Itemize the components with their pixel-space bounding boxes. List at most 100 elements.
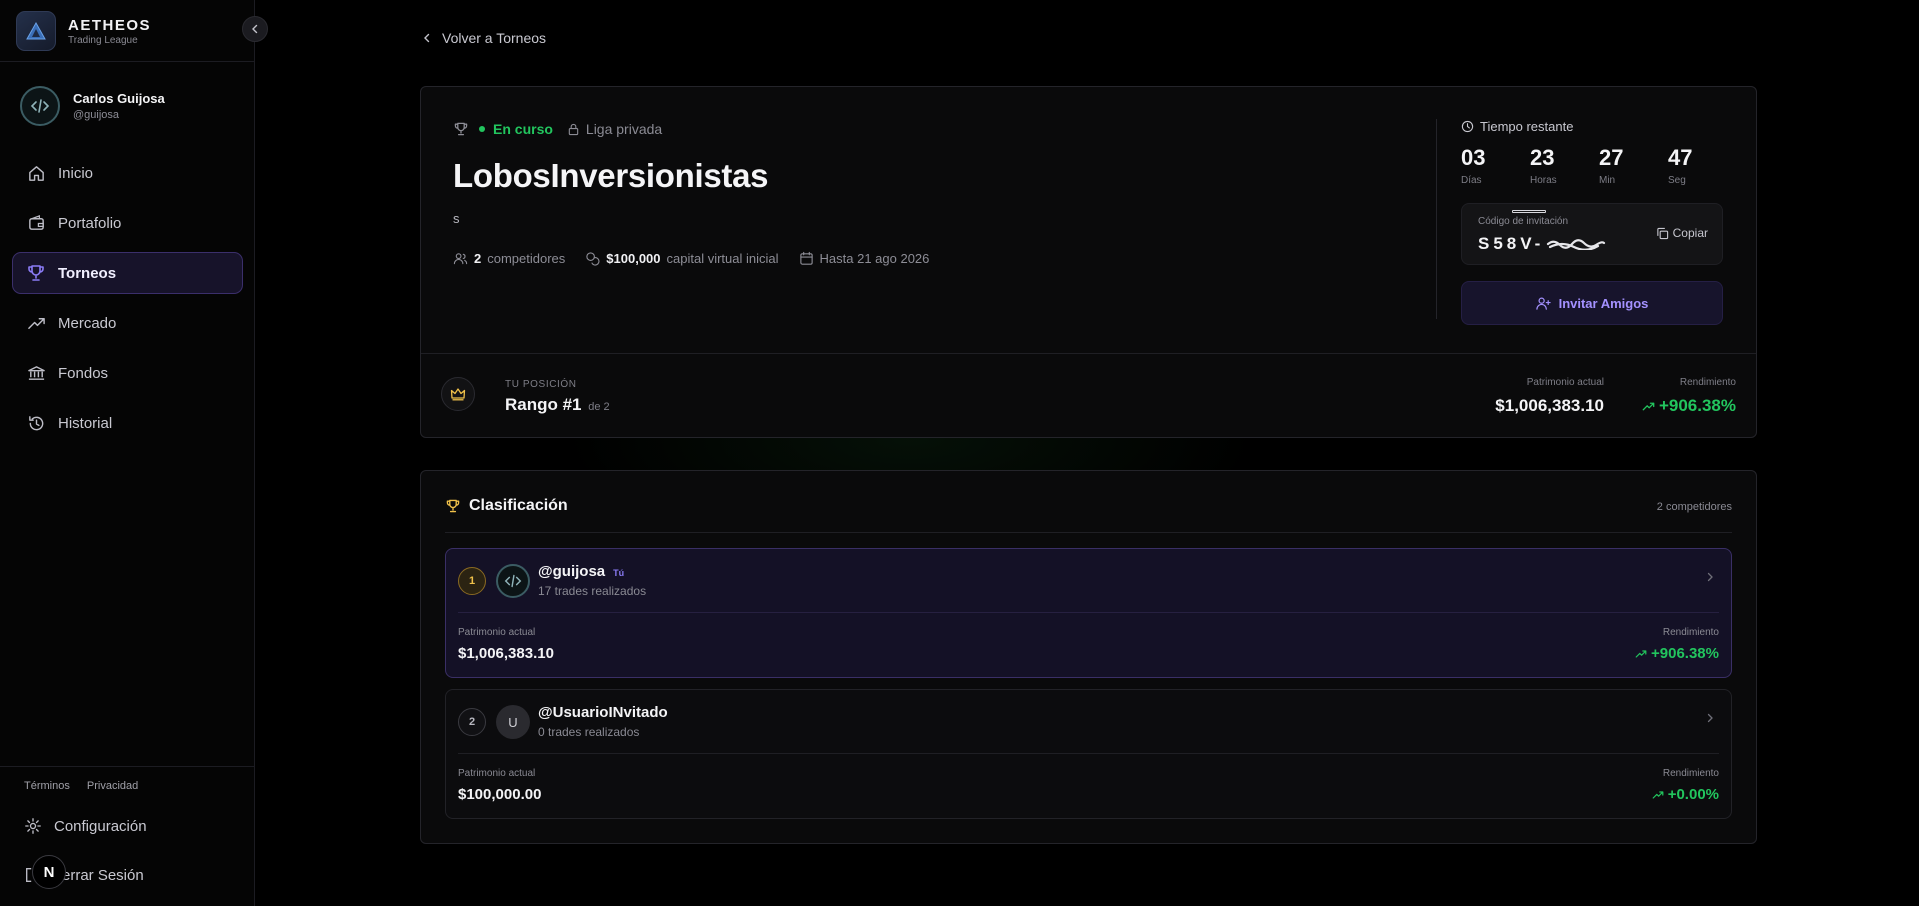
capital-label: capital virtual inicial bbox=[666, 251, 779, 266]
brand-subtitle: Trading League bbox=[68, 34, 138, 46]
trophy-icon bbox=[445, 498, 461, 514]
sidebar-item-historial[interactable]: Historial bbox=[12, 402, 243, 444]
return-value: +0.00% bbox=[1652, 786, 1719, 803]
code-icon bbox=[504, 574, 522, 588]
return-text: +0.00% bbox=[1667, 786, 1719, 803]
return-label: Rendimiento bbox=[1679, 377, 1736, 388]
divider bbox=[1436, 119, 1437, 319]
live-dot bbox=[479, 126, 485, 132]
sidebar-item-label: Historial bbox=[58, 414, 113, 432]
sidebar-nav: Inicio Portafolio Torneos Mercado Fondos… bbox=[12, 152, 243, 452]
sidebar-item-fondos[interactable]: Fondos bbox=[12, 352, 243, 394]
competitors-info: 2 competidores bbox=[453, 251, 565, 266]
countdown-minutes: 27 Min bbox=[1599, 145, 1668, 186]
tournament-header-card: En curso Liga privada LobosInversionista… bbox=[420, 86, 1757, 438]
sidebar-item-mercado[interactable]: Mercado bbox=[12, 302, 243, 344]
brand[interactable]: AETHEOS Trading League bbox=[16, 11, 151, 51]
return-label: Rendimiento bbox=[1662, 627, 1719, 638]
tournament-name: LobosInversionistas bbox=[453, 157, 769, 194]
end-date-info: Hasta 21 ago 2026 bbox=[799, 251, 930, 266]
privacy-link[interactable]: Privacidad bbox=[87, 780, 138, 792]
return-value: +906.38% bbox=[1635, 645, 1719, 662]
return-summary: Rendimiento +906.38% bbox=[1642, 377, 1736, 416]
redaction-scribble bbox=[1546, 239, 1606, 250]
return-value: +906.38% bbox=[1642, 396, 1736, 416]
copy-label: Copiar bbox=[1672, 226, 1708, 240]
sidebar-item-torneos[interactable]: Torneos bbox=[12, 252, 243, 294]
sidebar-item-label: Torneos bbox=[58, 264, 117, 282]
settings-button[interactable]: Configuración bbox=[24, 817, 147, 835]
rank-badge: 1 bbox=[458, 567, 486, 595]
status-badge: En curso bbox=[493, 121, 553, 137]
equity-label: Patrimonio actual bbox=[458, 627, 536, 638]
equity-label: Patrimonio actual bbox=[458, 768, 536, 779]
trending-up-icon bbox=[1652, 789, 1664, 801]
return-text: +906.38% bbox=[1651, 645, 1719, 662]
countdown-hours: 23 Horas bbox=[1530, 145, 1599, 186]
trophy-icon bbox=[453, 121, 469, 137]
hours-value: 23 bbox=[1530, 145, 1555, 170]
countdown-days: 03 Días bbox=[1461, 145, 1530, 186]
days-label: Días bbox=[1461, 175, 1482, 186]
equity-value: $1,006,383.10 bbox=[1495, 396, 1604, 415]
terms-link[interactable]: Términos bbox=[24, 780, 70, 792]
handle-text: @guijosa bbox=[538, 563, 606, 580]
settings-label: Configuración bbox=[54, 817, 147, 835]
invite-friends-label: Invitar Amigos bbox=[1558, 295, 1649, 311]
dev-badge[interactable]: N bbox=[32, 855, 66, 889]
minutes-value: 27 bbox=[1599, 145, 1624, 170]
chevron-left-icon bbox=[422, 33, 432, 43]
equity-value: $100,000.00 bbox=[458, 786, 542, 803]
trending-up-icon bbox=[25, 312, 47, 334]
user-name: Carlos Guijosa bbox=[73, 91, 165, 106]
countdown-seconds: 47 Seg bbox=[1668, 145, 1737, 186]
wallet-icon bbox=[25, 212, 47, 234]
history-icon bbox=[25, 412, 47, 434]
sidebar-item-inicio[interactable]: Inicio bbox=[12, 152, 243, 194]
privacy-label: Liga privada bbox=[585, 121, 663, 137]
footer-links: Términos Privacidad bbox=[24, 780, 152, 792]
chevron-right-icon bbox=[1705, 713, 1715, 723]
copy-code-button[interactable]: Copiar bbox=[1656, 226, 1708, 240]
equity-label: Patrimonio actual bbox=[1526, 377, 1604, 388]
player-handle: @guijosa Tú bbox=[538, 563, 624, 580]
lock-icon bbox=[567, 123, 580, 136]
divider bbox=[421, 353, 1756, 354]
divider bbox=[445, 532, 1732, 533]
position-label: TU POSICIÓN bbox=[505, 379, 577, 390]
tournament-description: s bbox=[453, 211, 460, 226]
divider bbox=[458, 753, 1719, 754]
tournament-status: En curso Liga privada bbox=[453, 121, 662, 137]
divider bbox=[0, 61, 255, 62]
back-to-tournaments-link[interactable]: Volver a Torneos bbox=[422, 30, 546, 46]
brand-name: AETHEOS bbox=[68, 16, 152, 34]
seconds-label: Seg bbox=[1668, 175, 1686, 186]
return-label: Rendimiento bbox=[1662, 768, 1719, 779]
handle-text: @UsuarioINvitado bbox=[538, 704, 668, 721]
invite-code-box: Código de invitación S58V- Copiar bbox=[1461, 203, 1723, 265]
invite-friends-button[interactable]: Invitar Amigos bbox=[1461, 281, 1723, 325]
clock-icon bbox=[1461, 120, 1474, 133]
user-profile[interactable]: Carlos Guijosa @guijosa bbox=[20, 86, 165, 126]
avatar bbox=[20, 86, 60, 126]
invite-code[interactable]: S58V- bbox=[1478, 234, 1544, 254]
sidebar-item-portafolio[interactable]: Portafolio bbox=[12, 202, 243, 244]
leaderboard-row[interactable]: 1 @guijosa Tú 17 trades realizados Patrim… bbox=[445, 548, 1732, 678]
hours-label: Horas bbox=[1530, 175, 1557, 186]
end-date: Hasta 21 ago 2026 bbox=[819, 251, 930, 266]
collapse-sidebar-button[interactable] bbox=[242, 16, 268, 42]
trending-up-icon bbox=[1635, 648, 1647, 660]
logout-label: errar Sesión bbox=[62, 866, 144, 884]
days-value: 03 bbox=[1461, 145, 1486, 170]
leaderboard-count: 2 competidores bbox=[1656, 501, 1732, 513]
leaderboard-title-text: Clasificación bbox=[469, 497, 568, 514]
leaderboard-row[interactable]: 2 U @UsuarioINvitado 0 trades realizados… bbox=[445, 689, 1732, 819]
redaction-mark bbox=[1512, 210, 1546, 213]
sidebar-item-label: Inicio bbox=[58, 164, 94, 182]
your-position: TU POSICIÓN Rango #1 de 2 Patrimonio act… bbox=[441, 367, 1736, 427]
countdown-timer: 03 Días 23 Horas 27 Min 47 Seg bbox=[1461, 145, 1737, 186]
capital-value: $100,000 bbox=[606, 251, 661, 266]
chevron-right-icon bbox=[1705, 572, 1715, 582]
trophy-icon bbox=[25, 262, 47, 284]
users-icon bbox=[453, 251, 468, 266]
